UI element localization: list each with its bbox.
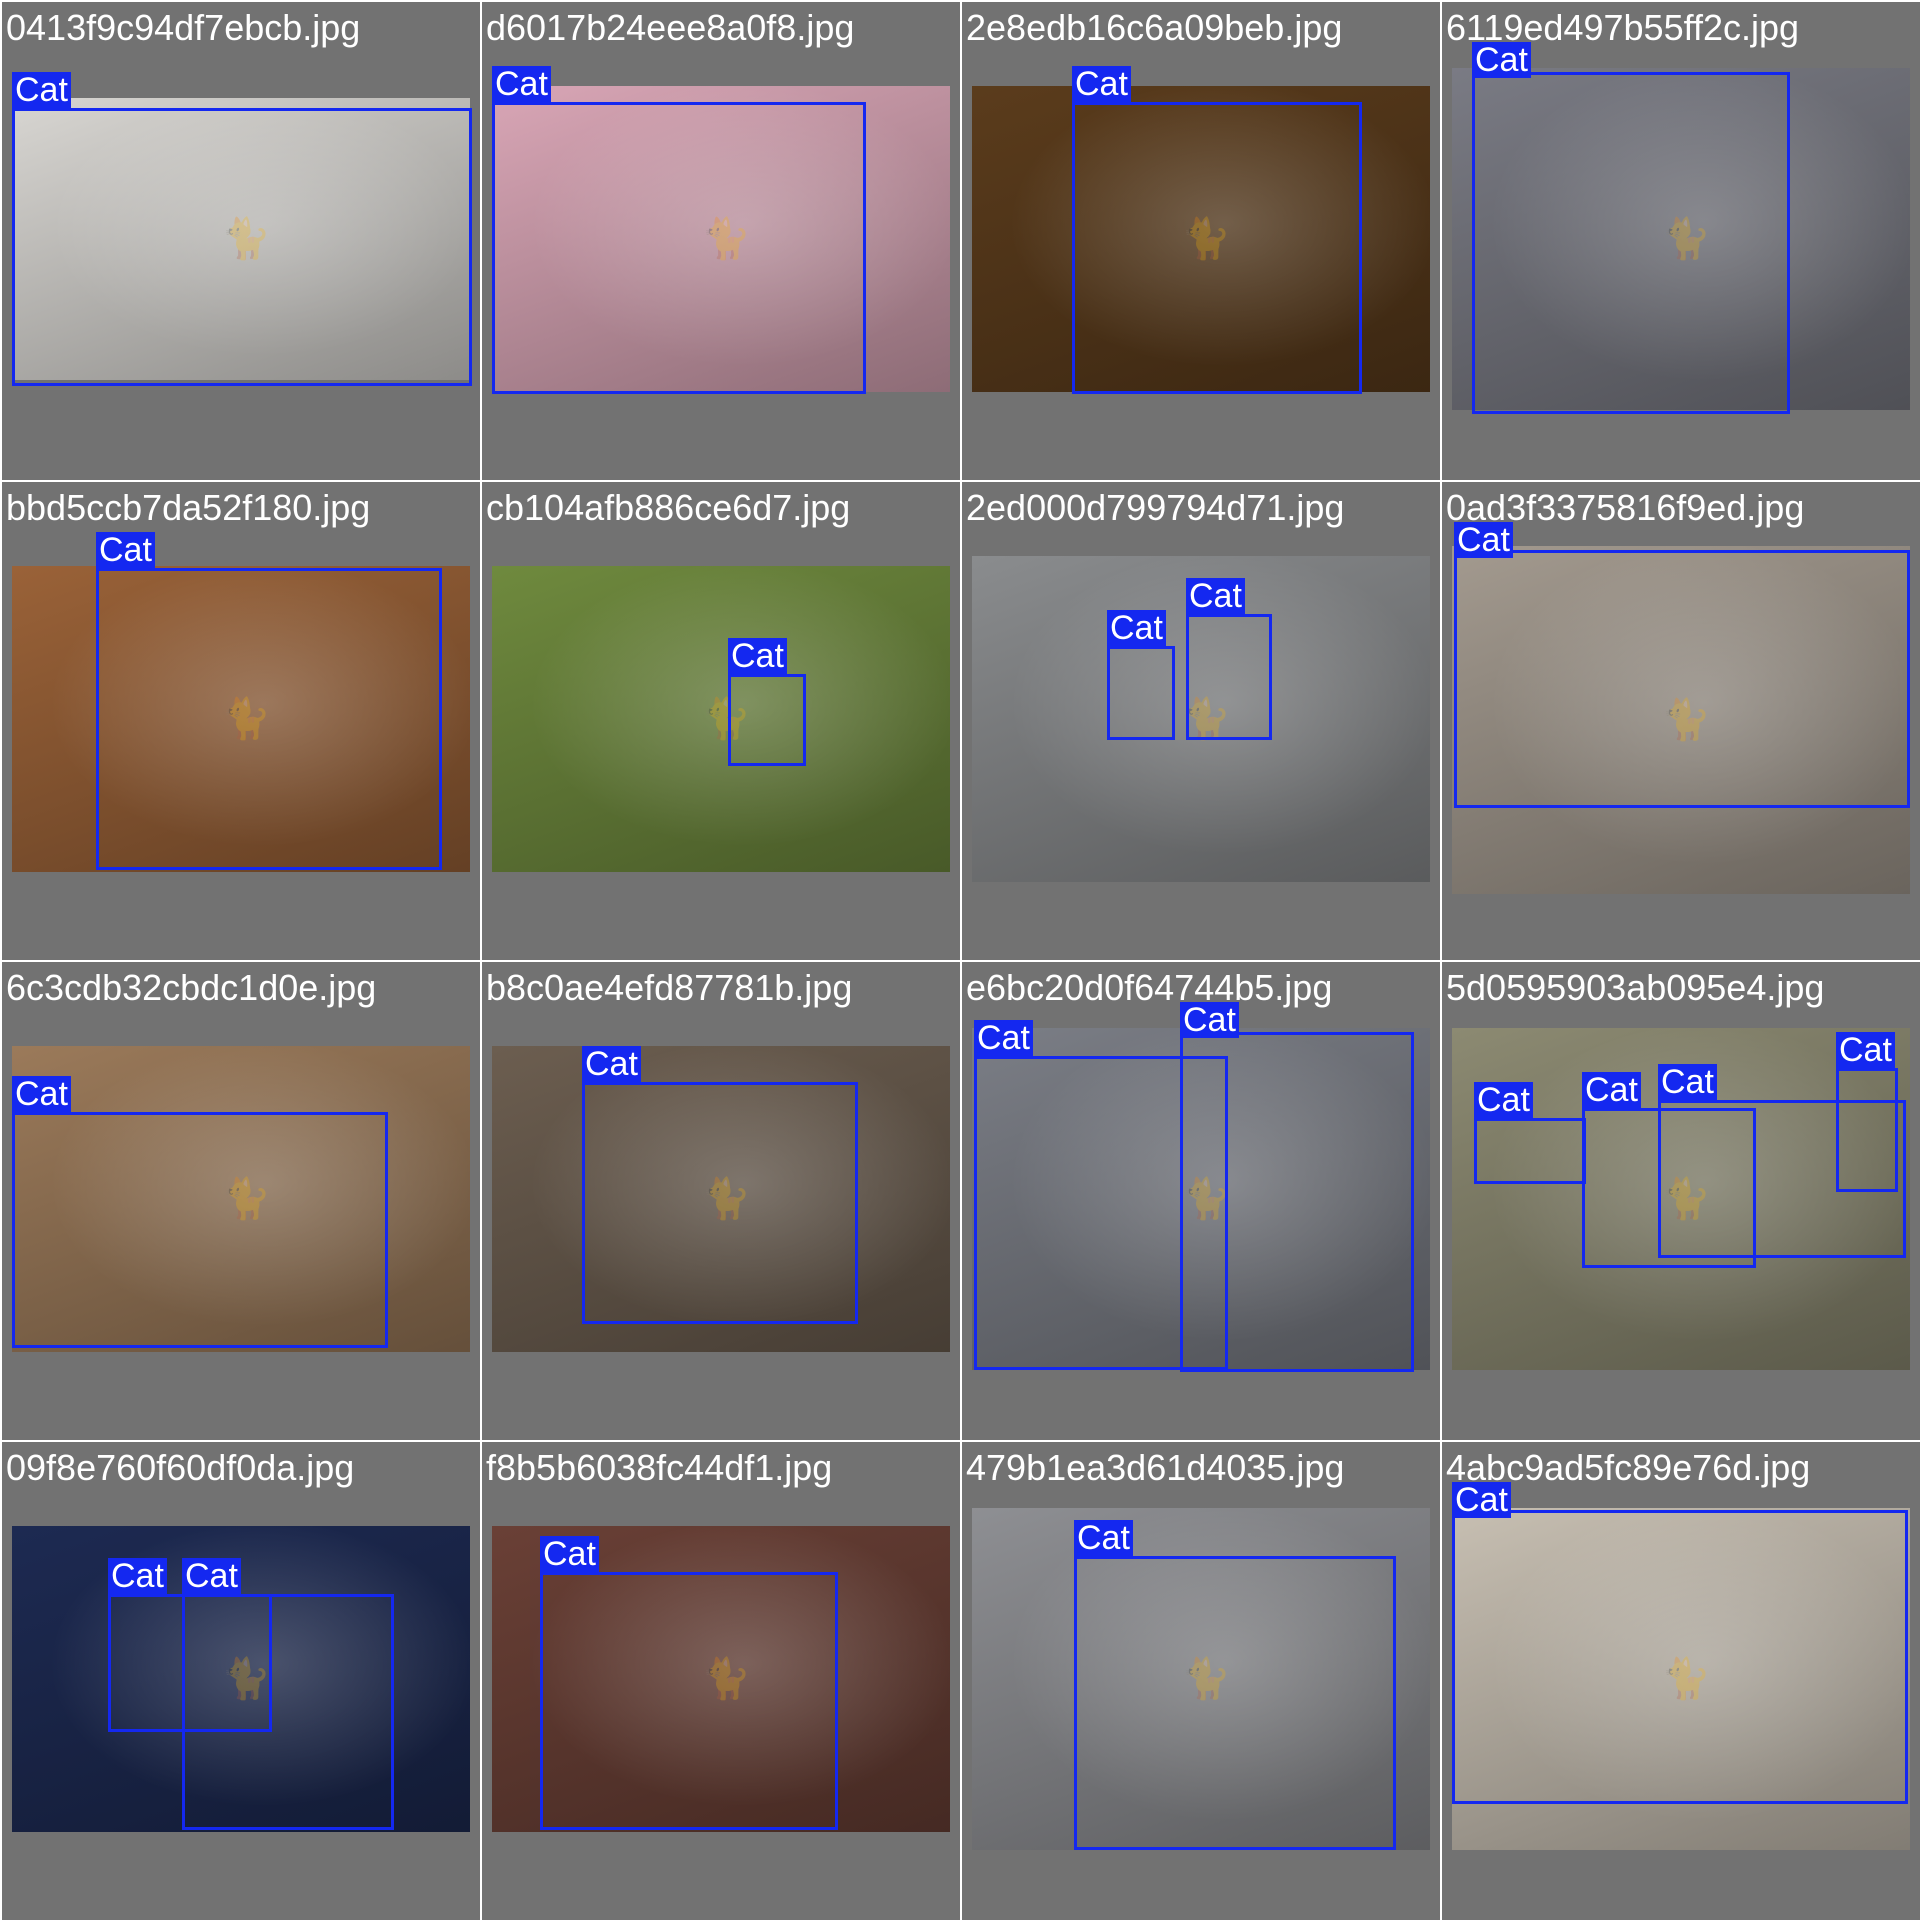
- detection-label: Cat: [492, 66, 551, 102]
- detection-box: [12, 1112, 388, 1348]
- detection-box: [1474, 1118, 1586, 1184]
- detection-label: Cat: [1472, 42, 1531, 78]
- image-filename: d6017b24eee8a0f8.jpg: [486, 7, 855, 48]
- image-filename: 2e8edb16c6a09beb.jpg: [966, 7, 1343, 48]
- detection-box: [1072, 102, 1362, 394]
- image-filename: 479b1ea3d61d4035.jpg: [966, 1447, 1345, 1488]
- image-tile: e6bc20d0f64744b5.jpg 🐈 Cat Cat: [962, 962, 1440, 1440]
- detection-box: [492, 102, 866, 394]
- detection-label: Cat: [540, 1536, 599, 1572]
- detection-box: [12, 108, 472, 386]
- detection-label: Cat: [12, 1076, 71, 1112]
- detection-box: [540, 1572, 838, 1830]
- detection-label: Cat: [1474, 1082, 1533, 1118]
- image-filename: 2ed000d799794d71.jpg: [966, 487, 1345, 528]
- image-tile: 0413f9c94df7ebcb.jpg 🐈 Cat: [2, 2, 480, 480]
- image-tile: 2ed000d799794d71.jpg 🐈 Cat Cat: [962, 482, 1440, 960]
- detection-label: Cat: [1107, 610, 1166, 646]
- image-filename: 5d0595903ab095e4.jpg: [1446, 967, 1825, 1008]
- detection-label: Cat: [182, 1558, 241, 1594]
- image-filename: f8b5b6038fc44df1.jpg: [486, 1447, 833, 1488]
- detection-label: Cat: [1186, 578, 1245, 614]
- detection-label: Cat: [728, 638, 787, 674]
- detection-grid: 0413f9c94df7ebcb.jpg 🐈 Cat d6017b24eee8a0f8…: [0, 0, 1920, 1920]
- detection-label: Cat: [1582, 1072, 1641, 1108]
- detection-label: Cat: [96, 532, 155, 568]
- image-tile: 479b1ea3d61d4035.jpg 🐈 Cat: [962, 1442, 1440, 1920]
- detection-box: [1452, 1510, 1908, 1804]
- image-tile: cb104afb886ce6d7.jpg 🐈 Cat: [482, 482, 960, 960]
- image-tile: 5d0595903ab095e4.jpg 🐈 Cat Cat Cat Cat: [1442, 962, 1920, 1440]
- image-tile: 6c3cdb32cbdc1d0e.jpg 🐈 Cat: [2, 962, 480, 1440]
- image-tile: b8c0ae4efd87781b.jpg 🐈 Cat: [482, 962, 960, 1440]
- detection-label: Cat: [974, 1020, 1033, 1056]
- image-tile: 09f8e760f60df0da.jpg 🐈 Cat Cat: [2, 1442, 480, 1920]
- image-tile: 2e8edb16c6a09beb.jpg 🐈 Cat: [962, 2, 1440, 480]
- image-tile: 0ad3f3375816f9ed.jpg 🐈 Cat: [1442, 482, 1920, 960]
- detection-label: Cat: [1454, 522, 1513, 558]
- detection-label: Cat: [1452, 1482, 1511, 1518]
- image-filename: bbd5ccb7da52f180.jpg: [6, 487, 371, 528]
- detection-label: Cat: [1658, 1064, 1717, 1100]
- detection-box: [1454, 550, 1910, 808]
- detection-box: [582, 1082, 858, 1324]
- image-tile: d6017b24eee8a0f8.jpg 🐈 Cat: [482, 2, 960, 480]
- detection-label: Cat: [1180, 1002, 1239, 1038]
- image-filename: 6c3cdb32cbdc1d0e.jpg: [6, 967, 377, 1008]
- detection-box: [1180, 1032, 1414, 1372]
- detection-box: [728, 674, 806, 766]
- detection-box: [182, 1594, 394, 1830]
- image-tile: 6119ed497b55ff2c.jpg 🐈 Cat: [1442, 2, 1920, 480]
- detection-box: [1186, 614, 1272, 740]
- detection-box: [1472, 72, 1790, 414]
- image-filename: cb104afb886ce6d7.jpg: [486, 487, 851, 528]
- detection-box: [1074, 1556, 1396, 1850]
- image-filename: 0413f9c94df7ebcb.jpg: [6, 7, 361, 48]
- detection-label: Cat: [1836, 1032, 1895, 1068]
- cat-photo: 🐈: [492, 566, 950, 872]
- image-tile: bbd5ccb7da52f180.jpg 🐈 Cat: [2, 482, 480, 960]
- image-filename: 09f8e760f60df0da.jpg: [6, 1447, 355, 1488]
- image-filename: e6bc20d0f64744b5.jpg: [966, 967, 1333, 1008]
- image-filename: b8c0ae4efd87781b.jpg: [486, 967, 853, 1008]
- detection-box: [1836, 1068, 1898, 1192]
- detection-box: [1107, 646, 1175, 740]
- image-tile: 4abc9ad5fc89e76d.jpg 🐈 Cat: [1442, 1442, 1920, 1920]
- detection-box: [96, 568, 442, 870]
- detection-label: Cat: [12, 72, 71, 108]
- detection-label: Cat: [1072, 66, 1131, 102]
- detection-label: Cat: [108, 1558, 167, 1594]
- detection-label: Cat: [582, 1046, 641, 1082]
- image-tile: f8b5b6038fc44df1.jpg 🐈 Cat: [482, 1442, 960, 1920]
- detection-label: Cat: [1074, 1520, 1133, 1556]
